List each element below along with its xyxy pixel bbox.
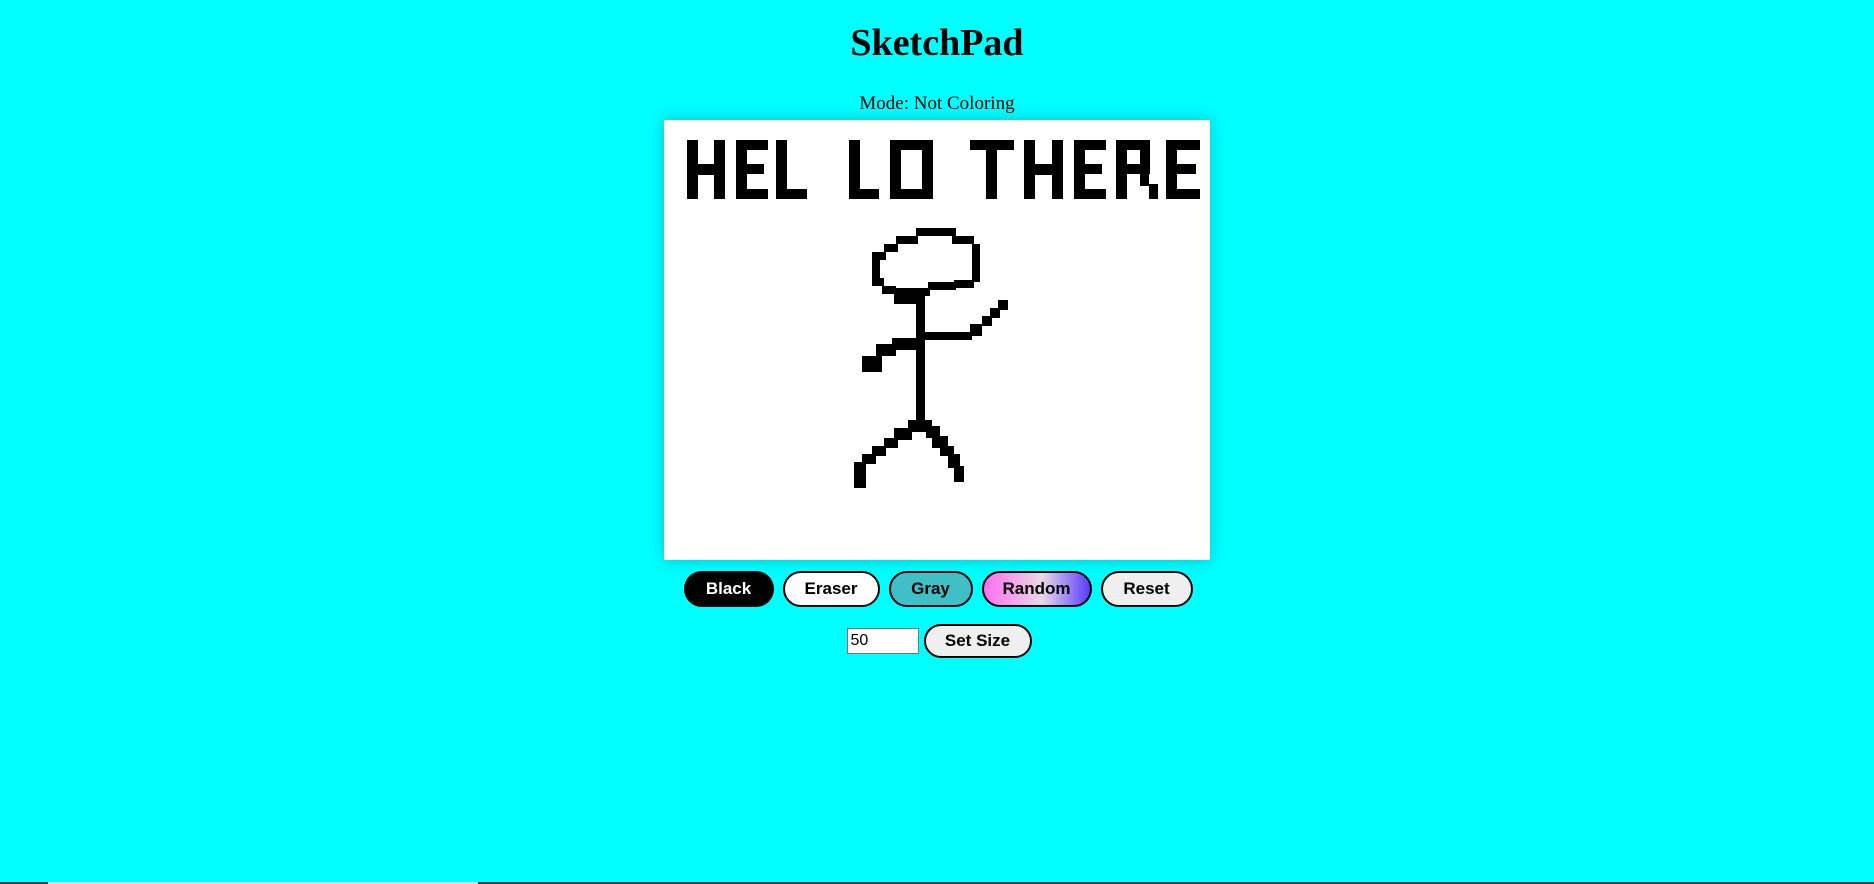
- stick-figure: [854, 228, 1008, 488]
- sketch-drawing: [687, 140, 1200, 488]
- color-toolbar: Black Eraser Gray Random Reset: [0, 571, 1874, 607]
- random-button[interactable]: Random: [981, 571, 1092, 607]
- hello-there-pixel-text: [687, 140, 1200, 199]
- sketch-canvas[interactable]: [664, 120, 1210, 560]
- set-size-button[interactable]: Set Size: [923, 624, 1032, 658]
- grid-size-input[interactable]: [846, 628, 919, 654]
- eraser-button[interactable]: Eraser: [782, 571, 880, 607]
- grid-size-controls: Set Size: [0, 624, 1874, 658]
- page-title: SketchPad: [850, 22, 1024, 64]
- mode-status: Mode: Not Coloring: [859, 93, 1015, 114]
- reset-button[interactable]: Reset: [1100, 571, 1193, 607]
- black-button[interactable]: Black: [683, 571, 774, 607]
- gray-button[interactable]: Gray: [888, 571, 973, 607]
